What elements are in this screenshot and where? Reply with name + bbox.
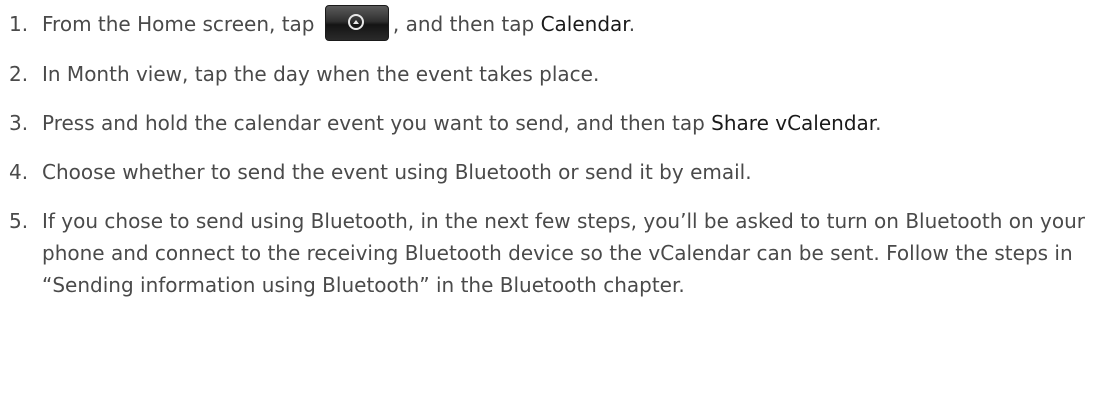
step-4: 4. Choose whether to send the event usin…	[9, 156, 1109, 188]
step-text-before: Press and hold the calendar event you wa…	[42, 110, 712, 135]
step-text: Choose whether to send the event using B…	[42, 159, 752, 184]
step-text: In Month view, tap the day when the even…	[42, 61, 600, 86]
step-number: 2.	[9, 61, 29, 86]
step-text-after: .	[628, 12, 636, 36]
step-number: 5.	[9, 208, 29, 233]
up-arrow-circle-icon	[347, 13, 364, 30]
step-text-before: From the Home screen, tap	[42, 12, 315, 36]
step-number: 3.	[9, 110, 29, 135]
step-number: 1.	[9, 12, 29, 36]
step-5: 5. If you chose to send using Bluetooth,…	[9, 205, 1109, 301]
step-text: If you chose to send using Bluetooth, in…	[42, 208, 1086, 297]
step-text-middle: , and then tap	[392, 12, 541, 36]
instruction-list: 1. From the Home screen, tap , and then …	[9, 4, 1109, 318]
step-number: 4.	[9, 159, 29, 184]
step-2: 2. In Month view, tap the day when the e…	[9, 58, 1109, 90]
step-1: 1. From the Home screen, tap , and then …	[9, 4, 1109, 41]
share-vcalendar-label: Share vCalendar	[711, 110, 876, 135]
step-3: 3. Press and hold the calendar event you…	[9, 107, 1109, 139]
step-text-after: .	[875, 110, 882, 135]
all-apps-home-button-icon	[324, 4, 389, 41]
calendar-label: Calendar	[540, 12, 629, 36]
